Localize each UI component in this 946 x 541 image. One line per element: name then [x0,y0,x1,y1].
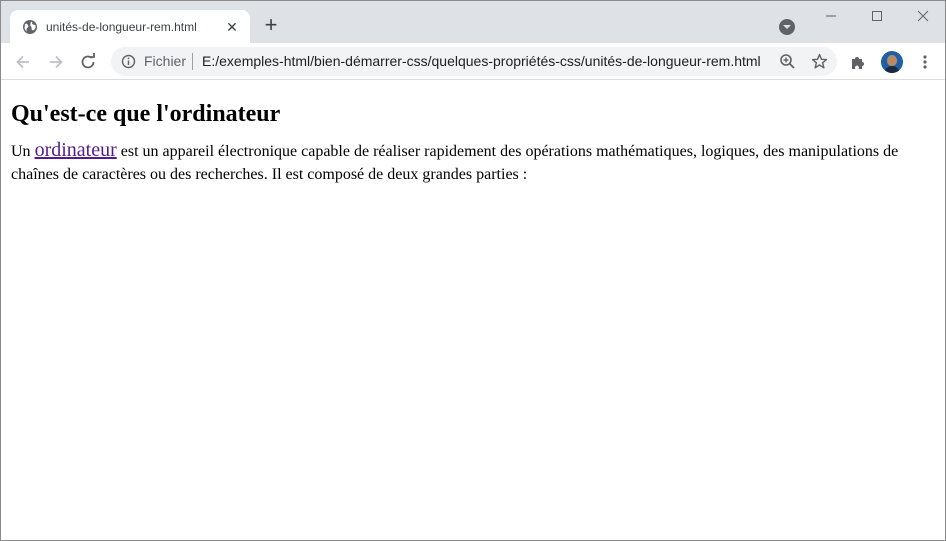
star-icon[interactable] [811,53,828,70]
tab-title: unités-de-longueur-rem.html [46,20,197,34]
avatar[interactable] [881,51,903,73]
tab-search-icon[interactable] [779,19,795,35]
active-tab[interactable]: unités-de-longueur-rem.html ✕ [10,10,250,43]
reload-icon[interactable] [78,52,98,72]
paragraph-rest: est un appareil électronique capable de … [11,143,899,183]
minimize-icon[interactable] [808,1,854,31]
kebab-menu-icon[interactable] [918,54,932,70]
tab-strip: unités-de-longueur-rem.html ✕ + [1,1,945,43]
puzzle-icon[interactable] [850,54,867,71]
avatar-face [887,55,897,66]
address-bar[interactable]: Fichier E:/exemples-html/bien-démarrer-c… [111,47,837,76]
close-window-icon[interactable] [900,1,946,31]
tab-close-icon[interactable]: ✕ [224,19,240,35]
back-arrow-icon[interactable] [13,52,33,72]
forward-arrow-icon[interactable] [46,52,66,72]
paragraph: Un ordinateur est un appareil électroniq… [11,139,911,186]
paragraph-prefix: Un [11,143,35,160]
divider [192,53,193,70]
ordinateur-link[interactable]: ordinateur [35,139,117,161]
page-content: Qu'est-ce que l'ordinateur Un ordinateur… [1,81,945,540]
avatar-body [884,66,900,73]
zoom-icon[interactable] [779,53,796,70]
scheme-label: Fichier [144,53,187,69]
new-tab-button[interactable]: + [260,14,282,37]
page-title: Qu'est-ce que l'ordinateur [11,101,281,127]
maximize-icon[interactable] [854,1,900,31]
toolbar: Fichier E:/exemples-html/bien-démarrer-c… [1,43,945,80]
globe-icon [23,20,37,34]
browser-window: unités-de-longueur-rem.html ✕ + Fichier … [0,0,946,541]
url-text[interactable]: E:/exemples-html/bien-démarrer-css/quelq… [202,53,761,70]
info-icon[interactable] [121,54,136,69]
